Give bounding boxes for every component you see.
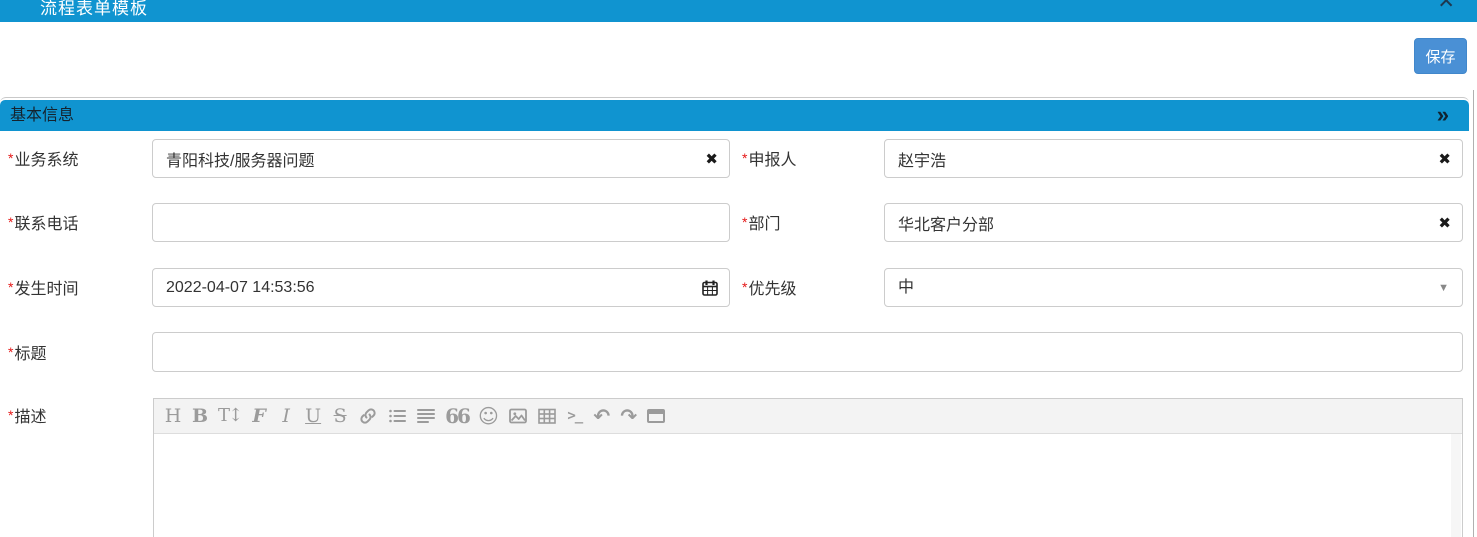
title-field	[152, 332, 1463, 372]
underline-icon[interactable]: U	[304, 402, 322, 430]
fullscreen-icon[interactable]	[647, 409, 665, 423]
department-label: *部门	[742, 203, 780, 244]
unordered-list-icon[interactable]	[387, 402, 407, 430]
required-mark: *	[8, 279, 13, 295]
description-editor: H B T↕ F I U S	[153, 398, 1463, 537]
required-mark: *	[8, 407, 13, 423]
code-icon[interactable]: >_	[566, 402, 584, 430]
business-system-label: *业务系统	[8, 139, 78, 180]
section-title: 基本信息	[10, 100, 74, 131]
reporter-label: *申报人	[742, 139, 796, 180]
action-bar: 保存	[0, 22, 1477, 97]
save-button[interactable]: 保存	[1414, 38, 1467, 74]
strikethrough-icon[interactable]: S	[331, 402, 349, 430]
occur-time-input[interactable]	[153, 269, 729, 306]
contact-phone-field	[152, 203, 730, 242]
occur-time-field	[152, 268, 730, 307]
dialog-titlebar: 流程表单模板 ✕	[0, 0, 1477, 22]
reporter-input[interactable]	[885, 140, 1462, 177]
heading-icon[interactable]: H	[164, 402, 182, 430]
required-mark: *	[742, 279, 747, 295]
font-size-icon[interactable]: T↕	[218, 402, 241, 430]
clear-icon[interactable]: ✖	[1438, 214, 1451, 232]
business-system-input[interactable]	[153, 140, 729, 177]
priority-select[interactable]: 中 ▼	[884, 268, 1463, 307]
quote-icon[interactable]: 66	[445, 402, 469, 430]
clear-icon[interactable]: ✖	[705, 150, 718, 168]
required-mark: *	[8, 214, 13, 230]
business-system-field: ✖	[152, 139, 730, 178]
clear-icon[interactable]: ✖	[1438, 150, 1451, 168]
undo-icon[interactable]: ↶	[593, 402, 611, 430]
bold-icon[interactable]: B	[191, 402, 209, 430]
title-label: *标题	[8, 332, 46, 375]
editor-scrollbar[interactable]	[1451, 434, 1461, 537]
occur-time-label: *发生时间	[8, 268, 78, 309]
contact-phone-label: *联系电话	[8, 203, 78, 244]
section-header: 基本信息 »	[0, 100, 1469, 131]
process-form-dialog: 流程表单模板 ✕ 保存 基本信息 » *业务系统 ✖ *申报人 ✖ *联系电话 …	[0, 0, 1477, 537]
department-field: ✖	[884, 203, 1463, 242]
editor-toolbar: H B T↕ F I U S	[154, 399, 1462, 434]
title-input[interactable]	[153, 333, 1462, 371]
required-mark: *	[8, 150, 13, 166]
link-icon[interactable]	[358, 402, 378, 430]
close-icon[interactable]: ✕	[1437, 0, 1455, 13]
emoji-icon[interactable]: ☺	[478, 402, 499, 430]
priority-label: *优先级	[742, 268, 796, 309]
chevron-down-icon: ▼	[1438, 282, 1449, 294]
dialog-title: 流程表单模板	[40, 0, 148, 19]
italic-icon[interactable]: I	[277, 402, 295, 430]
required-mark: *	[742, 150, 747, 166]
description-label: *描述	[8, 398, 46, 435]
description-textarea[interactable]	[154, 434, 1462, 537]
required-mark: *	[742, 214, 747, 230]
collapse-icon[interactable]: »	[1437, 100, 1449, 129]
font-family-icon[interactable]: F	[250, 402, 268, 430]
image-icon[interactable]	[508, 402, 528, 430]
reporter-field: ✖	[884, 139, 1463, 178]
contact-phone-input[interactable]	[153, 204, 729, 241]
table-icon[interactable]	[537, 402, 557, 430]
right-edge-divider	[1473, 90, 1474, 537]
department-input[interactable]	[885, 204, 1462, 241]
priority-value: 中	[898, 269, 914, 306]
redo-icon[interactable]: ↷	[620, 402, 638, 430]
align-icon[interactable]	[416, 402, 436, 430]
required-mark: *	[8, 344, 13, 360]
calendar-icon[interactable]	[700, 278, 720, 298]
